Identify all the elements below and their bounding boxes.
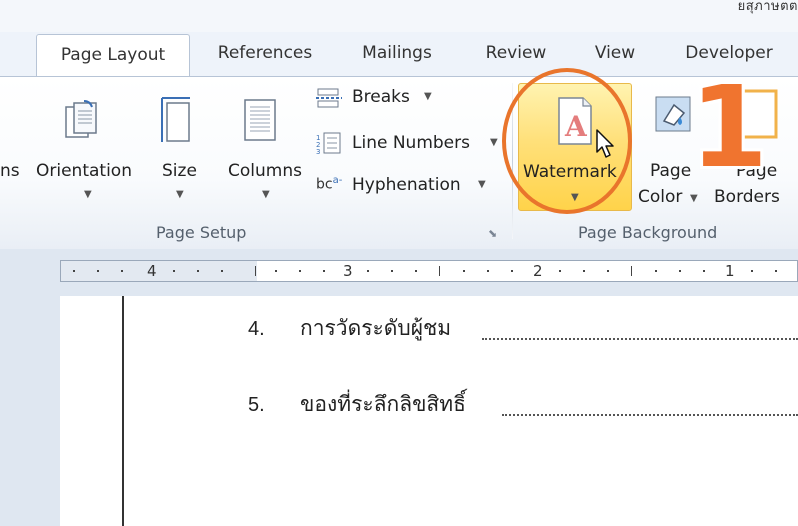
ruler-dot xyxy=(121,270,123,272)
ruler-dot xyxy=(97,270,99,272)
page-setup-group-label: Page Setup xyxy=(156,223,247,242)
ruler-number: 3 xyxy=(343,262,353,280)
tab-mailings[interactable]: Mailings xyxy=(342,32,452,76)
list-item-text: การวัดระดับผู้ชม xyxy=(300,316,452,340)
chevron-down-icon: ▼ xyxy=(690,193,698,204)
hyphenation-icon: bca- xyxy=(316,175,343,193)
chevron-down-icon: ▼ xyxy=(84,189,92,200)
ruler-dot xyxy=(173,270,175,272)
orientation-icon xyxy=(65,100,97,138)
breaks-icon xyxy=(316,88,342,108)
ruler-number: 4 xyxy=(147,262,157,280)
ruler-dot xyxy=(679,270,681,272)
page-color-label-line1: Page xyxy=(650,161,692,181)
list-item-number: 5. xyxy=(248,394,265,416)
title-bar: ยสุภาษตต xyxy=(0,0,798,32)
tab-view[interactable]: View xyxy=(578,32,652,76)
svg-text:3: 3 xyxy=(316,148,320,154)
orientation-label: Orientation xyxy=(36,161,132,181)
list-item-text: ของที่ระลึกลิขสิทธิ์ xyxy=(300,392,466,416)
line-numbers-icon: 1 2 3 xyxy=(316,132,341,154)
ribbon-tab-row: Page Layout References Mailings Review V… xyxy=(0,32,798,94)
page-margin-line xyxy=(122,296,124,526)
horizontal-ruler-area: 4 3 2 1 xyxy=(0,249,798,296)
margins-label-partial[interactable]: ns xyxy=(0,161,20,181)
document-area: 4. การวัดระดับผู้ชม 5. ของที่ระลึกลิขสิท… xyxy=(0,296,798,526)
ruler-dot xyxy=(703,270,705,272)
ruler-dot xyxy=(73,270,75,272)
size-icon xyxy=(161,97,190,142)
tab-references[interactable]: References xyxy=(200,32,330,76)
ruler-margin-zone xyxy=(61,261,257,281)
tab-page-layout[interactable]: Page Layout xyxy=(36,34,190,78)
chevron-down-icon: ▼ xyxy=(176,189,184,200)
ruler-dot xyxy=(583,270,585,272)
ruler-dot xyxy=(775,270,777,272)
ruler-dot xyxy=(415,270,417,272)
size-label: Size xyxy=(162,161,197,181)
ruler-dot xyxy=(511,270,513,272)
highlight-ring xyxy=(502,68,632,214)
ruler-dot xyxy=(655,270,657,272)
ruler-number: 1 xyxy=(725,262,735,280)
ruler-number: 2 xyxy=(533,262,543,280)
page-background-group-label: Page Background xyxy=(578,223,718,242)
ruler-tick xyxy=(631,266,632,276)
ruler-dot xyxy=(391,270,393,272)
chevron-down-icon: ▼ xyxy=(490,137,498,148)
page-color-label-line2: Color xyxy=(638,187,683,207)
dotted-leader xyxy=(502,412,798,416)
step-number-annotation: 1 xyxy=(690,63,768,193)
ruler-dot xyxy=(751,270,753,272)
horizontal-ruler[interactable]: 4 3 2 1 xyxy=(60,260,798,282)
list-item-number: 4. xyxy=(248,318,265,340)
line-numbers-label: Line Numbers xyxy=(352,133,470,153)
dialog-launcher-icon[interactable]: ⬊ xyxy=(488,227,497,240)
breaks-label: Breaks xyxy=(352,87,410,107)
ribbon-panel: ns Orientation ▼ Size ▼ Columns ▼ Breaks… xyxy=(0,76,798,250)
ruler-dot xyxy=(559,270,561,272)
ruler-dot xyxy=(197,270,199,272)
columns-label: Columns xyxy=(228,161,302,181)
ruler-tick xyxy=(255,266,256,276)
ruler-dot xyxy=(607,270,609,272)
page-color-icon xyxy=(655,96,691,132)
chevron-down-icon: ▼ xyxy=(424,91,432,102)
ruler-dot xyxy=(367,270,369,272)
ruler-dot xyxy=(487,270,489,272)
chevron-down-icon: ▼ xyxy=(478,179,486,190)
ruler-dot xyxy=(275,270,277,272)
ruler-dot xyxy=(299,270,301,272)
ruler-tick xyxy=(439,266,440,276)
chevron-down-icon: ▼ xyxy=(262,189,270,200)
hyphenation-label: Hyphenation xyxy=(352,175,461,195)
ruler-dot xyxy=(463,270,465,272)
dotted-leader xyxy=(482,336,798,340)
ruler-dot xyxy=(221,270,223,272)
window-title: ยสุภาษตต xyxy=(737,0,798,14)
columns-icon xyxy=(244,99,276,141)
ruler-dot xyxy=(323,270,325,272)
